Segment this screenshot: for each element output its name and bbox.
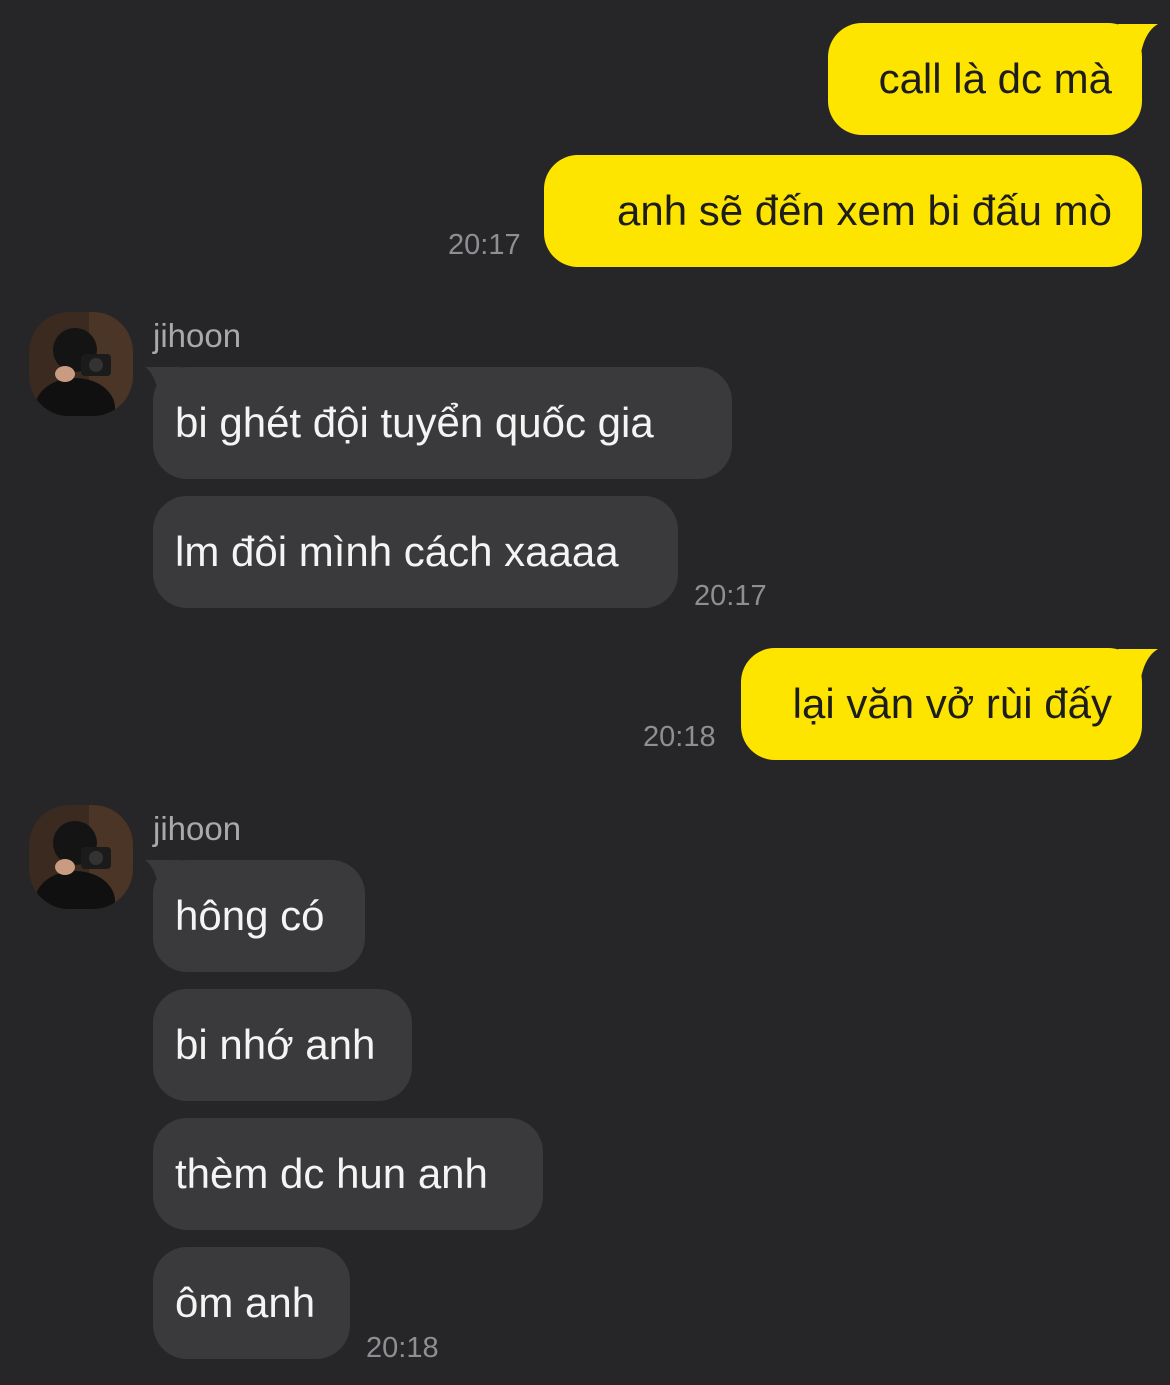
message-bubble-incoming[interactable]: ôm anh bbox=[153, 1247, 350, 1359]
bubble-tail-icon bbox=[1118, 24, 1158, 58]
timestamp: 20:17 bbox=[448, 229, 521, 261]
message-bubble-incoming[interactable]: thèm dc hun anh bbox=[153, 1118, 543, 1230]
message-bubble-outgoing[interactable]: lại văn vở rùi đấy bbox=[741, 648, 1142, 760]
message-bubble-incoming[interactable]: bi nhớ anh bbox=[153, 989, 412, 1101]
contact-name: jihoon bbox=[153, 317, 242, 354]
avatar-photo-icon bbox=[29, 805, 133, 909]
contact-name: jihoon bbox=[153, 810, 242, 847]
timestamp: 20:18 bbox=[366, 1332, 439, 1364]
message-bubble-incoming[interactable]: bi ghét đội tuyển quốc gia bbox=[153, 367, 732, 479]
timestamp: 20:17 bbox=[694, 580, 767, 612]
message-bubble-incoming[interactable]: hông có bbox=[153, 860, 365, 972]
message-bubble-outgoing[interactable]: anh sẽ đến xem bi đấu mò bbox=[544, 155, 1142, 267]
bubble-tail-icon bbox=[1118, 649, 1158, 683]
timestamp: 20:18 bbox=[643, 721, 716, 753]
contact-avatar[interactable] bbox=[29, 805, 133, 909]
message-bubble-incoming[interactable]: lm đôi mình cách xaaaa bbox=[153, 496, 678, 608]
message-bubble-outgoing[interactable]: call là dc mà bbox=[828, 23, 1142, 135]
avatar-photo-icon bbox=[29, 312, 133, 416]
contact-avatar[interactable] bbox=[29, 312, 133, 416]
